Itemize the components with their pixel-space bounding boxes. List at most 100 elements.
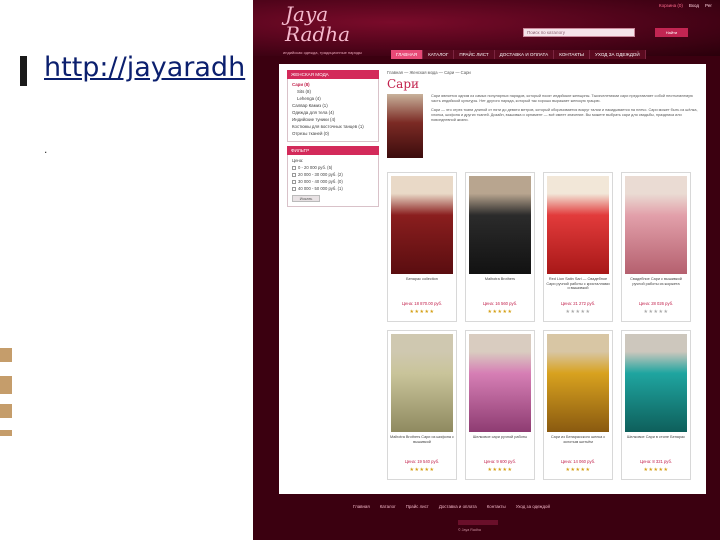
- slide-bullet-marker: [20, 56, 27, 86]
- search-input[interactable]: Поиск по каталогу: [523, 28, 635, 37]
- sidebar-category-item[interactable]: Отрезы тканей (0): [292, 130, 374, 137]
- site-tagline: индийская одежда, традиционные наряды: [283, 50, 362, 55]
- product-photo[interactable]: [469, 176, 531, 274]
- website-screenshot: Jaya Radha индийская одежда, традиционны…: [253, 0, 720, 540]
- filter-option[interactable]: 30 000 - 40 000 руб. (0): [292, 178, 374, 185]
- sidebar-category-item[interactable]: Lehenga (4): [292, 95, 374, 102]
- footer-link[interactable]: Главная: [353, 504, 370, 509]
- product-photo[interactable]: [547, 176, 609, 274]
- footer-link[interactable]: Прайс лист: [406, 504, 429, 509]
- nav-delivery[interactable]: ДОСТАВКА И ОПЛАТА: [494, 50, 555, 59]
- intro-image: [387, 94, 423, 158]
- sidebar-category-item[interactable]: Салвар Камиз (1): [292, 102, 374, 109]
- slide-decoration-bar: [0, 404, 12, 418]
- product-card[interactable]: Red Lion Satin Sari — Свадебное Сари руч…: [543, 172, 613, 322]
- rating-stars-icon: ★★★★★: [565, 467, 591, 473]
- product-card[interactable]: Malhotra Brothers Цена: 16 560 руб. ★★★★★: [465, 172, 535, 322]
- checkbox-icon[interactable]: [292, 165, 296, 170]
- sidebar-category-item[interactable]: Sits (8): [292, 88, 374, 95]
- register-link[interactable]: Рег: [705, 3, 712, 8]
- product-photo[interactable]: [547, 334, 609, 432]
- product-photo[interactable]: [625, 176, 687, 274]
- slide-bullet-dot: .: [44, 142, 48, 156]
- product-name[interactable]: Malhotra Brothers: [468, 277, 532, 282]
- nav-care[interactable]: УХОД ЗА ОДЕЖДОЙ: [590, 50, 646, 59]
- slide-url-link[interactable]: http://jayaradh: [44, 52, 245, 83]
- nav-contacts[interactable]: КОНТАКТЫ: [554, 50, 590, 59]
- product-photo[interactable]: [469, 334, 531, 432]
- product-photo[interactable]: [391, 334, 453, 432]
- product-name[interactable]: Red Lion Satin Sari — Свадебное Сари руч…: [546, 277, 610, 291]
- product-name[interactable]: Malhotra Brothers Сари из шифона с вышив…: [390, 435, 454, 444]
- category-list: Сари (8) Sits (8) Lehenga (4) Салвар Камиз …: [287, 79, 379, 142]
- product-price: Цена: 19 540 руб.: [404, 459, 440, 464]
- breadcrumb[interactable]: Главная — Женская мода — Сари — Сари: [387, 70, 699, 75]
- checkbox-icon[interactable]: [292, 172, 296, 177]
- checkbox-icon[interactable]: [292, 179, 296, 184]
- product-price: Цена: 21 272 руб.: [560, 301, 596, 306]
- footer-links: Главная Каталог Прайс лист Доставка и оплат…: [353, 504, 550, 509]
- search-button[interactable]: Найти: [655, 28, 688, 37]
- login-link[interactable]: Вход: [689, 3, 699, 8]
- category-sidebar: ЖЕНСКАЯ МОДА Сари (8) Sits (8) Lehenga (4)…: [287, 70, 379, 207]
- rating-stars-icon: ★★★★★: [409, 309, 435, 315]
- rating-stars-icon: ★★★★★: [487, 467, 513, 473]
- sidebar-category-item[interactable]: Костюмы для восточных танцев (1): [292, 123, 374, 130]
- nav-catalog[interactable]: КАТАЛОГ: [423, 50, 455, 59]
- site-header: Jaya Radha индийская одежда, традиционны…: [253, 0, 720, 56]
- footer-link[interactable]: Каталог: [380, 504, 396, 509]
- product-name[interactable]: Бенарас collection: [390, 277, 454, 282]
- product-price: Цена: 28 026 руб.: [638, 301, 674, 306]
- product-name[interactable]: Шелковое сари ручной работы: [468, 435, 532, 440]
- filter-option[interactable]: 0 - 20 000 руб. (5): [292, 164, 374, 171]
- product-row: Бенарас collection Цена: 18 870.00 руб. ★★…: [387, 172, 699, 324]
- site-logo[interactable]: Jaya Radha: [285, 4, 350, 44]
- main-nav: ГЛАВНАЯ КАТАЛОГ ПРАЙС ЛИСТ ДОСТАВКА И ОП…: [391, 50, 646, 59]
- footer-copyright: © Jaya Radha: [458, 528, 481, 532]
- nav-home[interactable]: ГЛАВНАЯ: [391, 50, 424, 59]
- category-intro: Сари является одним из самых популярных …: [387, 94, 699, 160]
- filter-heading: ФИЛЬТР: [287, 146, 379, 155]
- rating-stars-icon: ★★★★★: [643, 467, 669, 473]
- product-price: Цена: 14 060 руб.: [560, 459, 596, 464]
- intro-paragraph: Сари — это отрез ткани длиной от пяти до…: [431, 108, 698, 122]
- product-name[interactable]: Шелковое Сари в стиле Бенарас: [624, 435, 688, 440]
- logo-word: Radha: [285, 22, 351, 46]
- footer-link[interactable]: Уход за одеждой: [516, 504, 550, 509]
- product-photo[interactable]: [391, 176, 453, 274]
- product-price: Цена: 18 870.00 руб.: [401, 301, 443, 306]
- footer-badge: [458, 520, 498, 525]
- sidebar-heading: ЖЕНСКАЯ МОДА: [287, 70, 379, 79]
- product-card[interactable]: Сари из Бенарасского шелка с золотым шит…: [543, 330, 613, 480]
- header-links: Корзина (0) Вход Рег: [659, 3, 712, 8]
- product-price: Цена: 9 600 руб.: [483, 459, 517, 464]
- rating-stars-icon: ★★★★★: [643, 309, 669, 315]
- nav-price-list[interactable]: ПРАЙС ЛИСТ: [454, 50, 495, 59]
- slide-decoration-bar: [0, 430, 12, 436]
- product-card[interactable]: Malhotra Brothers Сари из шифона с вышив…: [387, 330, 457, 480]
- price-filter: ФИЛЬТР Цена: 0 - 20 000 руб. (5) 20 000 -…: [287, 146, 379, 207]
- page-title: Сари: [387, 77, 420, 91]
- footer-link[interactable]: Контакты: [487, 504, 506, 509]
- product-name[interactable]: Свадебное Сари с вышивкой ручной работы …: [624, 277, 688, 286]
- cart-link[interactable]: Корзина (0): [659, 3, 683, 8]
- product-price: Цена: 16 560 руб.: [482, 301, 518, 306]
- filter-option[interactable]: 40 000 - 50 000 руб. (1): [292, 185, 374, 192]
- product-card[interactable]: Шелковое сари ручной работы Цена: 9 600 р…: [465, 330, 535, 480]
- product-card[interactable]: Бенарас collection Цена: 18 870.00 руб. ★★…: [387, 172, 457, 322]
- intro-paragraph: Сари является одним из самых популярных …: [431, 94, 693, 103]
- intro-text: Сари является одним из самых популярных …: [431, 94, 699, 127]
- footer-link[interactable]: Доставка и оплата: [439, 504, 477, 509]
- product-price: Цена: 8 321 руб.: [639, 459, 673, 464]
- filter-option[interactable]: 20 000 - 30 000 руб. (2): [292, 171, 374, 178]
- product-photo[interactable]: [625, 334, 687, 432]
- filter-submit-button[interactable]: Искать: [292, 195, 320, 202]
- product-card[interactable]: Шелковое Сари в стиле Бенарас Цена: 8 321…: [621, 330, 691, 480]
- product-name[interactable]: Сари из Бенарасского шелка с золотым шит…: [546, 435, 610, 444]
- checkbox-icon[interactable]: [292, 186, 296, 191]
- sidebar-category-item[interactable]: Одежда для тела (4): [292, 109, 374, 116]
- sidebar-category-item[interactable]: Индийские туники (4): [292, 116, 374, 123]
- sidebar-category-item[interactable]: Сари (8): [292, 81, 374, 88]
- product-card[interactable]: Свадебное Сари с вышивкой ручной работы …: [621, 172, 691, 322]
- slide-decoration-bar: [0, 348, 12, 362]
